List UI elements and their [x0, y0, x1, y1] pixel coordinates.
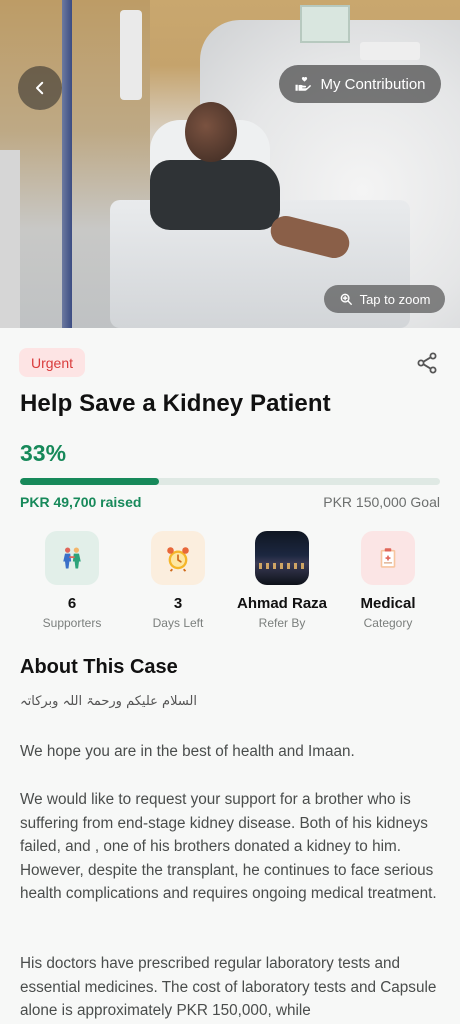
about-paragraph-2: We would like to request your support fo…	[20, 791, 437, 902]
greeting-text: السلام علیکم ورحمۃ اللہ وبرکاتہ	[20, 694, 197, 709]
hero-equipment	[0, 150, 20, 328]
supporters-value: 6	[67, 595, 77, 612]
amount-raised: PKR 49,700 raised	[20, 494, 142, 510]
referrer-name: Ahmad Raza	[236, 595, 328, 612]
urgent-badge: Urgent	[19, 348, 86, 377]
supporters-icon	[45, 531, 99, 585]
share-icon	[417, 352, 437, 374]
tap-to-zoom-label: Tap to zoom	[359, 291, 431, 307]
about-paragraph-3: His doctors have prescribed regular labo…	[20, 955, 437, 1019]
stat-supporters: 6 Supporters	[17, 531, 127, 630]
stats-row: 6 Supporters 3 Days Left Ahmad Raza Refe…	[0, 531, 460, 631]
hand-heart-icon	[295, 77, 312, 91]
funding-progress-fill	[20, 478, 159, 485]
stat-days-left: 3 Days Left	[123, 531, 233, 630]
funded-percent: 33%	[20, 440, 67, 466]
days-left-label: Days Left	[152, 616, 204, 630]
case-details: Urgent Help Save a Kidney Patient 33% PK…	[0, 328, 460, 1024]
stat-refer-by[interactable]: Ahmad Raza Refer By	[227, 531, 337, 630]
my-contribution-button[interactable]: My Contribution	[279, 65, 441, 103]
hero-sockets	[360, 42, 420, 60]
stat-category: Medical Category	[333, 531, 443, 630]
alarm-clock-icon	[151, 531, 205, 585]
hero-wall-sign	[300, 5, 350, 43]
clipboard-icon	[361, 531, 415, 585]
tap-to-zoom-button[interactable]: Tap to zoom	[324, 285, 445, 313]
hero-patient-body	[150, 160, 280, 230]
refer-by-label: Refer By	[258, 616, 306, 630]
days-left-value: 3	[173, 595, 183, 612]
goal-amount: PKR 150,000 Goal	[323, 494, 440, 510]
share-button[interactable]	[414, 350, 440, 376]
referrer-photo	[255, 531, 309, 585]
campaign-title: Help Save a Kidney Patient	[20, 390, 331, 417]
hero-patient-head	[185, 102, 237, 162]
back-button[interactable]	[18, 66, 62, 110]
hero-wall-panel	[120, 10, 142, 100]
chevron-left-icon	[36, 81, 44, 95]
funding-progress-bar	[20, 478, 440, 485]
category-value: Medical	[360, 595, 416, 612]
magnifier-icon	[340, 293, 352, 305]
about-heading: About This Case	[20, 656, 178, 678]
category-label: Category	[363, 616, 413, 630]
my-contribution-label: My Contribution	[320, 75, 426, 93]
supporters-label: Supporters	[42, 616, 102, 630]
case-hero-image[interactable]: My Contribution Tap to zoom	[0, 0, 460, 328]
about-paragraph-1: We hope you are in the best of health an…	[20, 743, 355, 760]
hero-iv-pole	[62, 0, 72, 328]
